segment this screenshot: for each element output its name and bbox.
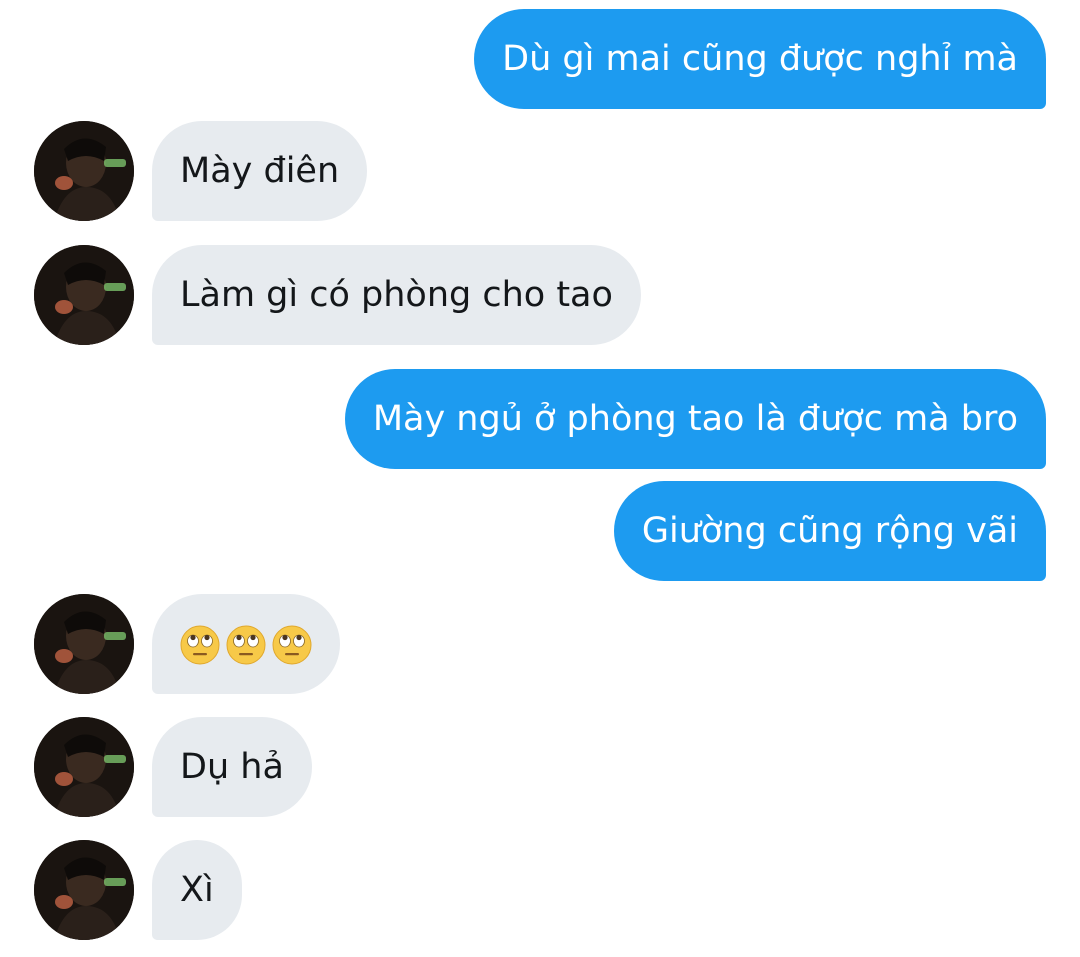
- user-avatar[interactable]: [34, 121, 134, 221]
- message-bubble-text: Dù gì mai cũng được nghỉ mà: [474, 9, 1046, 109]
- received-message[interactable]: Mày điên: [0, 121, 1080, 221]
- message-bubble-text: Mày điên: [152, 121, 368, 221]
- avatar-photo-icon: [34, 121, 134, 221]
- sent-message[interactable]: Dù gì mai cũng được nghỉ mà: [0, 9, 1080, 109]
- user-avatar[interactable]: [34, 245, 134, 345]
- avatar-photo-icon: [34, 717, 134, 817]
- user-avatar[interactable]: [34, 594, 134, 694]
- message-bubble-text: Xì: [152, 840, 242, 940]
- message-bubble-text: Làm gì có phòng cho tao: [152, 245, 641, 345]
- avatar-photo-icon: [34, 594, 134, 694]
- message-thread: Dù gì mai cũng được nghỉ mà Mày điên Làm…: [0, 0, 1080, 957]
- user-avatar[interactable]: [34, 840, 134, 940]
- avatar-photo-icon: [34, 840, 134, 940]
- received-message[interactable]: Dụ hả: [0, 717, 1080, 817]
- message-bubble-text: Mày ngủ ở phòng tao là được mà bro: [344, 369, 1046, 469]
- received-message[interactable]: Xì: [0, 840, 1080, 940]
- user-avatar[interactable]: [34, 717, 134, 817]
- emoji-bubble: [152, 594, 340, 694]
- avatar-photo-icon: [34, 245, 134, 345]
- received-message[interactable]: [0, 594, 1080, 694]
- received-message[interactable]: Làm gì có phòng cho tao: [0, 245, 1080, 345]
- message-bubble-text: Dụ hả: [152, 717, 312, 817]
- message-bubble-text: Giường cũng rộng vãi: [613, 481, 1046, 581]
- sent-message[interactable]: Mày ngủ ở phòng tao là được mà bro: [0, 369, 1080, 469]
- sent-message[interactable]: Giường cũng rộng vãi: [0, 481, 1080, 581]
- face-with-rolling-eyes-icon: [272, 625, 312, 665]
- emoji-row: [180, 595, 312, 695]
- face-with-rolling-eyes-icon: [226, 625, 266, 665]
- face-with-rolling-eyes-icon: [180, 625, 220, 665]
